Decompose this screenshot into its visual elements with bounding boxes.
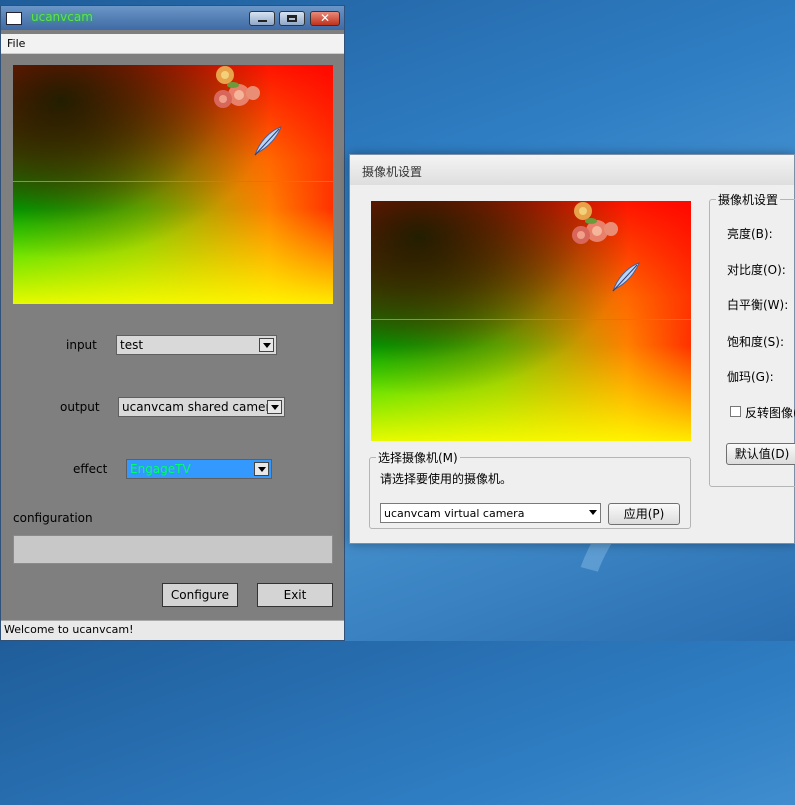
feather-sticker-icon (254, 126, 282, 156)
status-bar: Welcome to ucanvcam! (1, 620, 344, 640)
status-text: Welcome to ucanvcam! (4, 623, 134, 636)
chevron-down-icon[interactable] (267, 400, 282, 414)
select-camera-group-label: 选择摄像机(M) (376, 449, 460, 466)
configuration-label: configuration (13, 511, 93, 525)
chevron-down-icon[interactable] (589, 510, 597, 515)
menu-bar: File (1, 34, 344, 54)
effect-select-value: EngageTV (130, 462, 191, 476)
configuration-field[interactable] (13, 535, 333, 564)
maximize-button[interactable] (279, 11, 305, 26)
chevron-down-icon[interactable] (259, 338, 274, 352)
dialog-title: 摄像机设置 (362, 165, 423, 179)
flip-image-label: 反转图像( (745, 406, 795, 420)
default-button[interactable]: 默认值(D) (726, 443, 795, 465)
camera-select-value: ucanvcam virtual camera (384, 507, 525, 520)
minimize-button[interactable] (249, 11, 275, 26)
contrast-label: 对比度(O): (727, 263, 786, 277)
select-camera-instruction: 请选择要使用的摄像机。 (380, 472, 513, 486)
input-select-value: test (120, 338, 144, 352)
menu-file[interactable]: File (7, 37, 25, 50)
video-preview (13, 65, 333, 304)
saturation-label: 饱和度(S): (727, 335, 785, 349)
dialog-title-bar[interactable]: 摄像机设置 (350, 155, 794, 185)
camera-settings-group: 摄像机设置 亮度(B): 对比度(O): 白平衡(W): 饱和度(S): 伽玛(… (709, 191, 795, 487)
flower-sticker-icon (572, 202, 618, 244)
white-balance-label: 白平衡(W): (727, 298, 789, 312)
window-title: ucanvcam (31, 10, 93, 24)
output-label: output (60, 400, 100, 414)
dialog-video-preview (371, 201, 691, 441)
exit-button[interactable]: Exit (257, 583, 333, 607)
app-icon[interactable] (6, 12, 22, 25)
title-bar[interactable]: ucanvcam ✕ (1, 6, 344, 30)
chevron-down-icon[interactable] (254, 462, 269, 476)
ucanvcam-window: ucanvcam ✕ File input test output ucanvc… (0, 5, 345, 641)
configure-button[interactable]: Configure (162, 583, 238, 607)
camera-select[interactable]: ucanvcam virtual camera (380, 503, 601, 523)
close-button[interactable]: ✕ (310, 11, 340, 26)
select-camera-group: 选择摄像机(M) 请选择要使用的摄像机。 ucanvcam virtual ca… (369, 449, 691, 529)
close-icon: ✕ (319, 11, 331, 25)
feather-sticker-icon (612, 262, 640, 292)
scan-line (13, 181, 333, 182)
input-select[interactable]: test (116, 335, 277, 355)
output-select[interactable]: ucanvcam shared camera (118, 397, 285, 417)
output-select-value: ucanvcam shared camera (122, 400, 278, 414)
apply-button[interactable]: 应用(P) (608, 503, 680, 525)
effect-select[interactable]: EngageTV (126, 459, 272, 479)
gamma-label: 伽玛(G): (727, 370, 774, 384)
flower-sticker-icon (214, 66, 260, 108)
camera-settings-group-label: 摄像机设置 (716, 191, 781, 208)
camera-settings-dialog: 摄像机设置 选择摄像机(M) 请选择要使用的摄像机。 ucanvcam virt… (349, 154, 795, 544)
brightness-label: 亮度(B): (727, 227, 773, 241)
minimize-icon (258, 20, 267, 22)
input-label: input (66, 338, 97, 352)
effect-label: effect (73, 462, 108, 476)
scan-line (371, 319, 691, 320)
maximize-icon (287, 15, 297, 22)
flip-image-checkbox[interactable] (730, 406, 741, 417)
